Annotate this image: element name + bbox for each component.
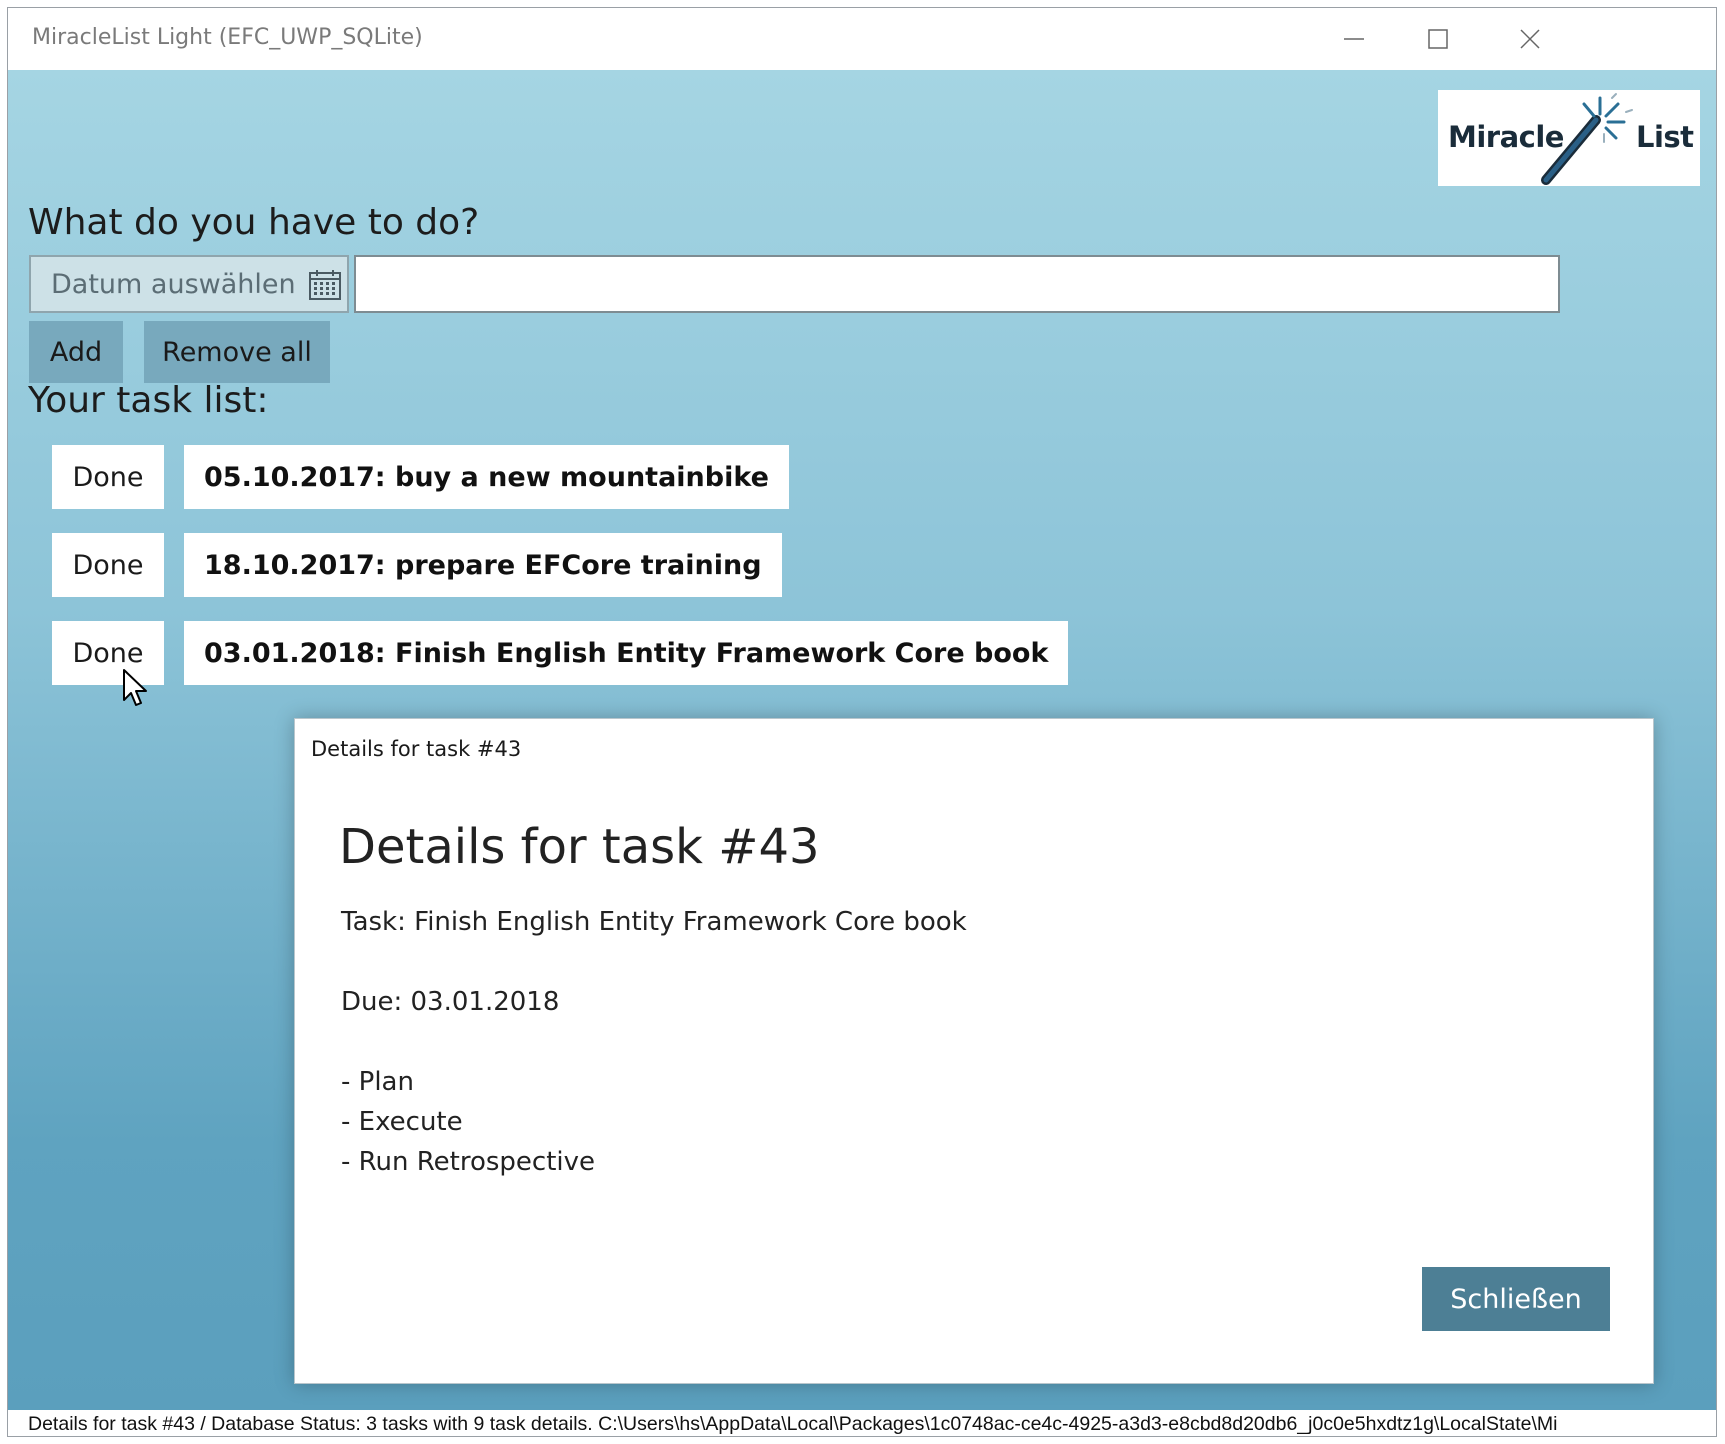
app-window: MiracleList Light (EFC_UWP_SQLite) Mirac…	[7, 7, 1717, 1437]
miraclelist-logo: Miracle List	[1438, 90, 1700, 186]
dialog-due-line: Due: 03.01.2018	[341, 987, 560, 1017]
mouse-cursor-icon	[123, 669, 147, 706]
dialog-caption: Details for task #43	[311, 737, 522, 761]
dialog-detail-item: - Execute	[341, 1107, 463, 1137]
close-icon	[1520, 29, 1540, 49]
magic-wand-icon	[1541, 93, 1633, 185]
task-item[interactable]: 18.10.2017: prepare EFCore training	[184, 533, 782, 597]
calendar-icon	[309, 270, 341, 300]
dialog-detail-item: - Run Retrospective	[341, 1147, 596, 1177]
close-dialog-button[interactable]: Schließen	[1422, 1267, 1610, 1331]
dialog-title: Details for task #43	[339, 819, 820, 875]
done-button[interactable]: Done	[52, 445, 164, 509]
task-input[interactable]	[354, 255, 1560, 313]
add-button[interactable]: Add	[29, 321, 123, 383]
task-item[interactable]: 03.01.2018: Finish English Entity Framew…	[184, 621, 1069, 685]
window-title: MiracleList Light (EFC_UWP_SQLite)	[32, 25, 423, 50]
maximize-icon	[1428, 29, 1448, 49]
main-content: Miracle List What do you have to do? Dat…	[8, 70, 1716, 1410]
logo-word-list: List	[1636, 120, 1694, 154]
minimize-button[interactable]	[1324, 18, 1384, 60]
dialog-detail-item: - Plan	[341, 1067, 414, 1097]
minimize-icon	[1344, 38, 1364, 40]
dialog-task-line: Task: Finish English Entity Framework Co…	[341, 907, 967, 937]
remove-all-button[interactable]: Remove all	[144, 321, 330, 383]
task-item[interactable]: 05.10.2017: buy a new mountainbike	[184, 445, 789, 509]
task-details-dialog: Details for task #43 Details for task #4…	[294, 718, 1654, 1384]
prompt-heading: What do you have to do?	[28, 202, 480, 243]
task-list-heading: Your task list:	[28, 380, 269, 421]
date-picker-placeholder: Datum auswählen	[51, 269, 296, 300]
status-bar: Details for task #43 / Database Status: …	[8, 1410, 1716, 1436]
title-bar[interactable]: MiracleList Light (EFC_UWP_SQLite)	[8, 8, 1716, 70]
close-window-button[interactable]	[1500, 18, 1560, 60]
maximize-button[interactable]	[1408, 18, 1468, 60]
date-picker[interactable]: Datum auswählen	[29, 255, 349, 313]
done-button[interactable]: Done	[52, 533, 164, 597]
